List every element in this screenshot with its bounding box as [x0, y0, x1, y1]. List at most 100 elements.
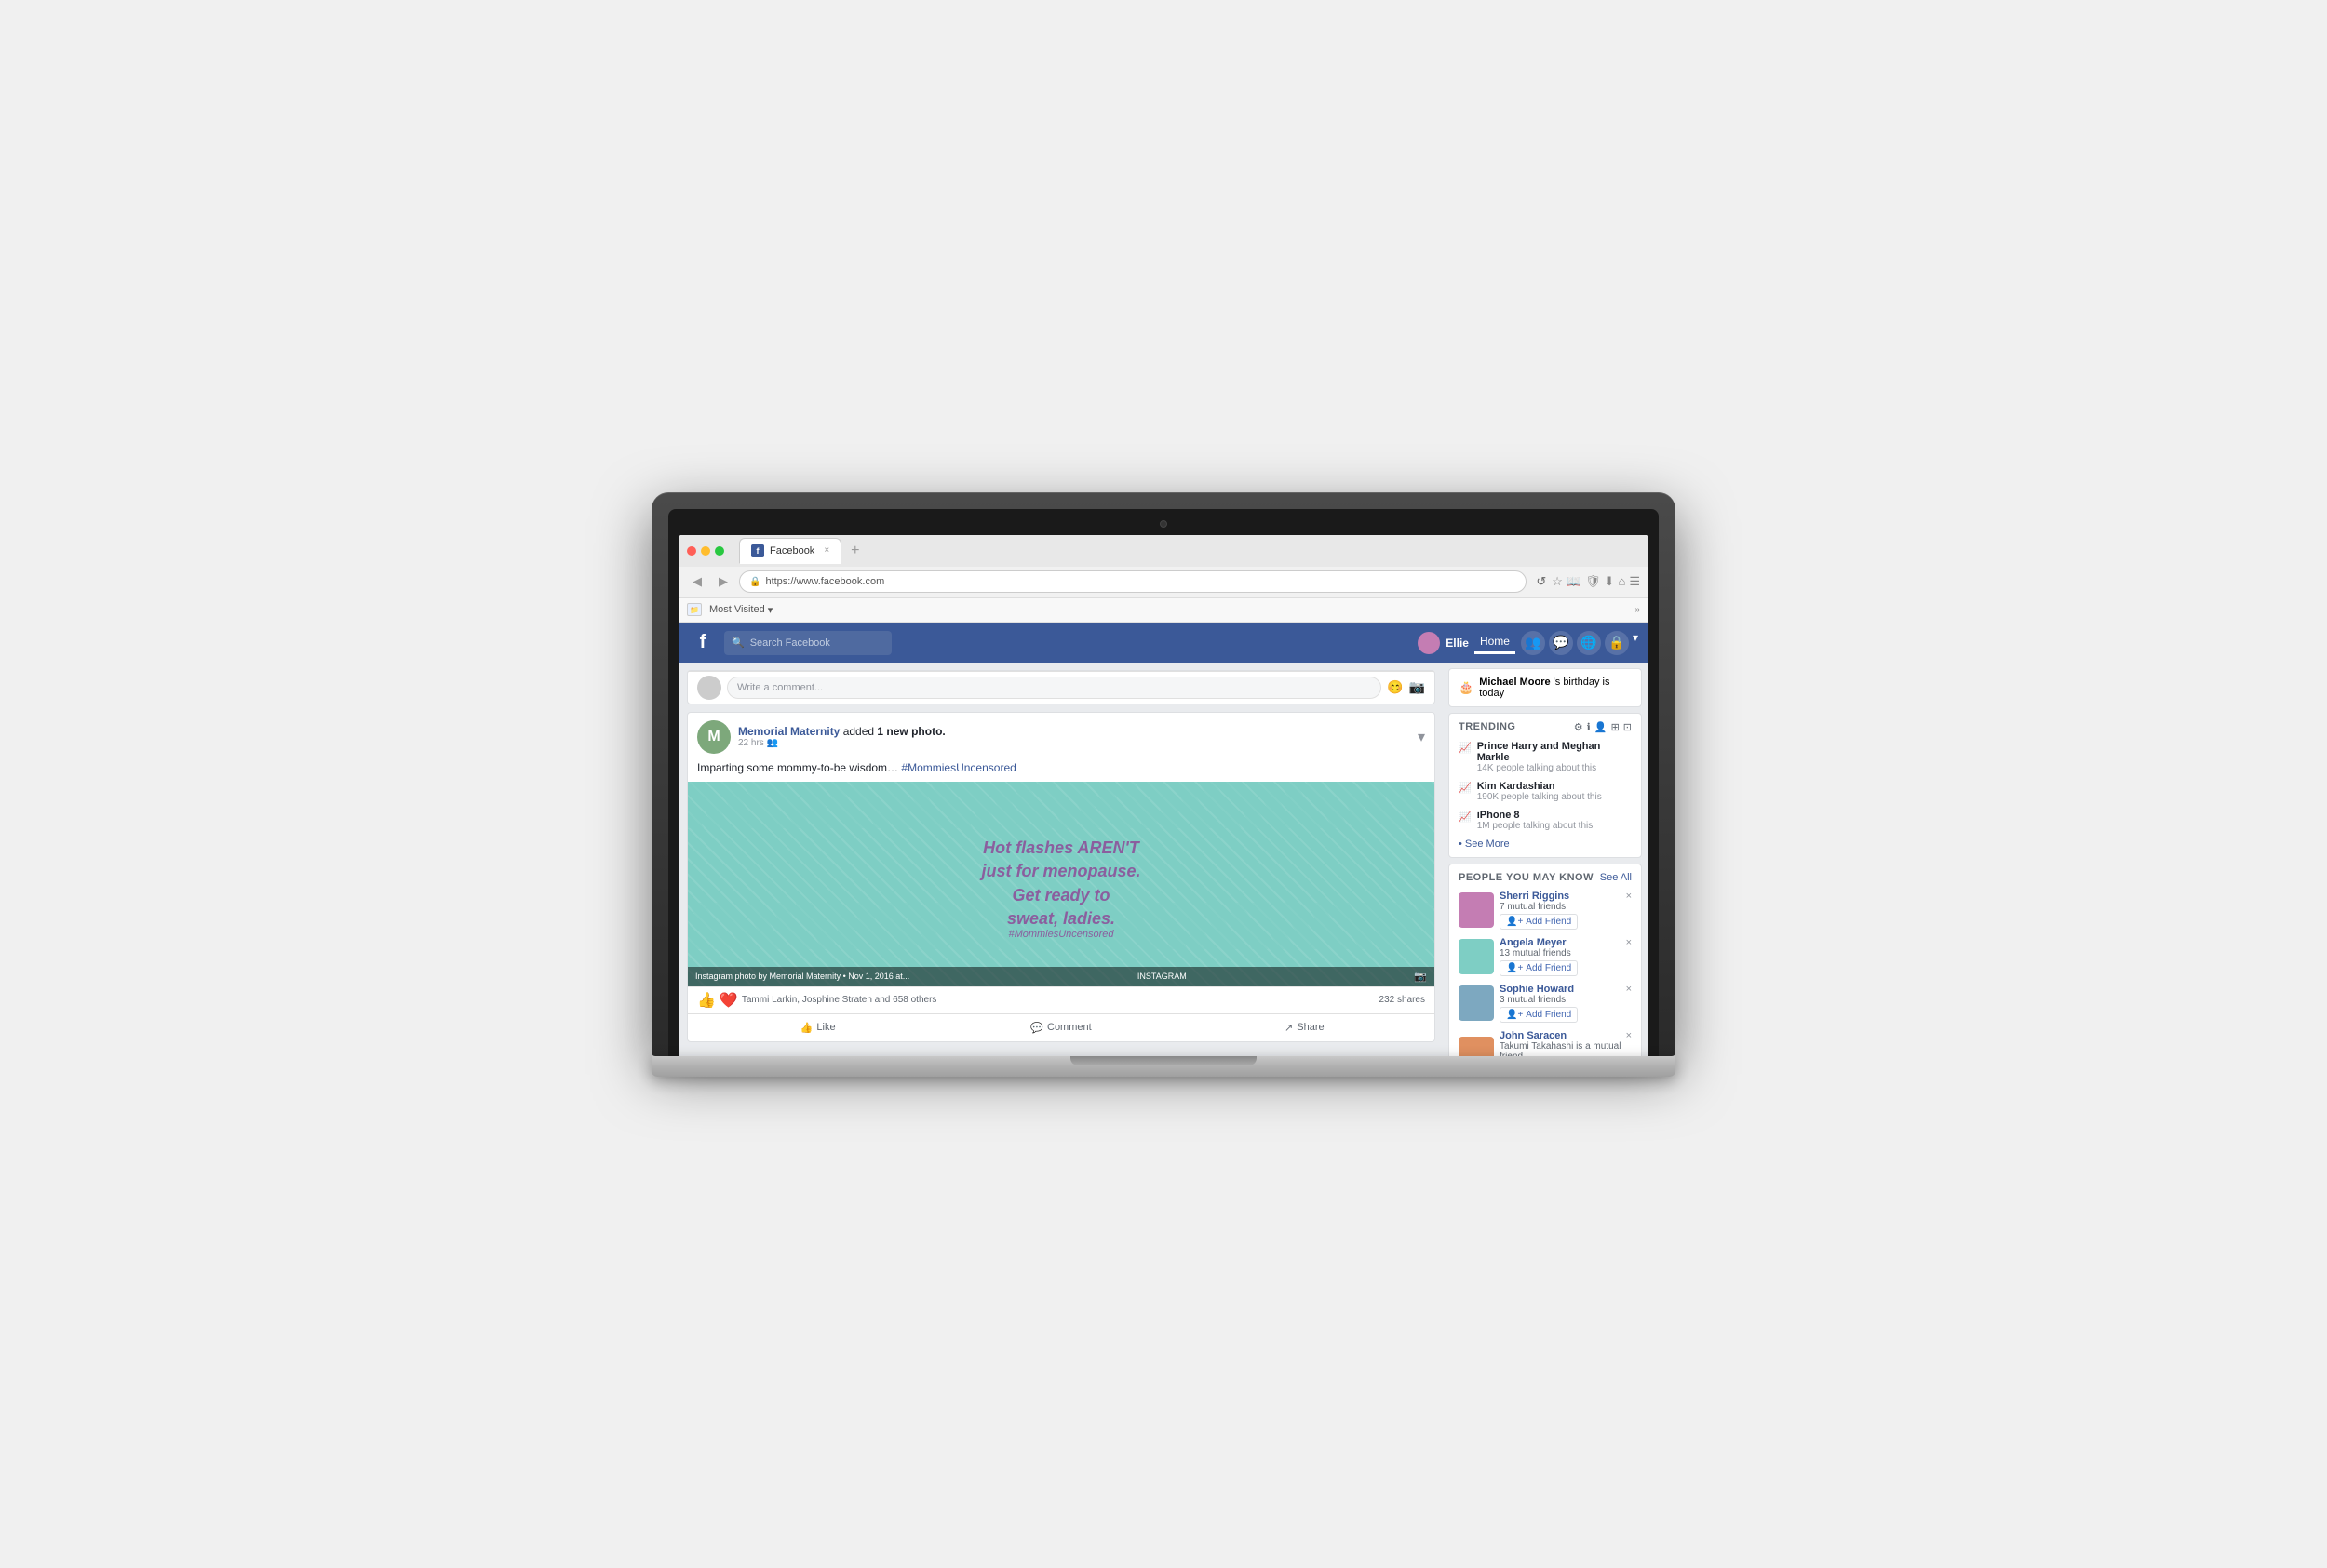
shield-icon[interactable]: 🛡 [1585, 574, 1601, 589]
trending-header: TRENDING ⚙ ℹ 👤 ⊞ ⊡ [1459, 721, 1632, 733]
comment-bar-top: Write a comment... 😊 📷 [688, 671, 1434, 704]
tab-favicon: f [751, 544, 764, 557]
account-dropdown-arrow[interactable]: ▾ [1633, 631, 1638, 655]
add-friend-button-1[interactable]: 👤+ Add Friend [1500, 960, 1578, 976]
trending-name-2[interactable]: iPhone 8 [1477, 810, 1632, 821]
main-post-card: M Memorial Maternity added 1 new photo. [687, 712, 1435, 1042]
toolbar-icons: ☆ 📖 🛡 ⬇ ⌂ ☰ [1552, 574, 1640, 589]
person-item-2: Sophie Howard 3 mutual friends 👤+ Add Fr… [1459, 984, 1632, 1023]
person-name-3[interactable]: John Saracen [1500, 1030, 1632, 1041]
person-info-2: Sophie Howard 3 mutual friends 👤+ Add Fr… [1500, 984, 1632, 1023]
forward-button[interactable]: ▶ [713, 571, 733, 592]
person-name-2[interactable]: Sophie Howard [1500, 984, 1632, 995]
person-info-0: Sherri Riggins 7 mutual friends 👤+ Add F… [1500, 891, 1632, 930]
trending-section: TRENDING ⚙ ℹ 👤 ⊞ ⊡ [1448, 713, 1642, 858]
write-comment-placeholder: Write a comment... [737, 682, 823, 693]
dismiss-person-0[interactable]: × [1626, 891, 1632, 902]
trending-settings-icon[interactable]: ⚙ [1574, 721, 1583, 733]
active-tab[interactable]: f Facebook × [739, 538, 841, 564]
new-tab-button[interactable]: + [843, 538, 867, 564]
trending-item-2: 📈 iPhone 8 1M people talking about this [1459, 810, 1632, 831]
post-meta: Memorial Maternity added 1 new photo. 22… [738, 725, 1410, 748]
minimize-window-button[interactable] [701, 546, 710, 556]
person-mutual-3: Takumi Takahashi is a mutual friend. [1500, 1041, 1632, 1056]
post-time: 22 hrs 👥 [738, 738, 1410, 748]
trending-expand-icon[interactable]: ⊡ [1623, 721, 1632, 733]
comment-avatar [697, 676, 721, 700]
facebook-logo: f [689, 629, 717, 657]
trending-grid-icon[interactable]: ⊞ [1611, 721, 1620, 733]
trending-info-icon[interactable]: ℹ [1587, 721, 1591, 733]
reading-list-icon[interactable]: 📖 [1567, 574, 1581, 589]
facebook-search-placeholder: Search Facebook [750, 637, 830, 649]
notifications-nav-icon[interactable]: 🌐 [1577, 631, 1601, 655]
menu-icon[interactable]: ☰ [1629, 574, 1640, 589]
person-avatar-1 [1459, 939, 1494, 974]
person-avatar-2 [1459, 985, 1494, 1021]
facebook-navbar: f 🔍 Search Facebook Ellie Home � [679, 623, 1648, 663]
dismiss-person-3[interactable]: × [1626, 1030, 1632, 1041]
comment-photo-icon: 📷 [1409, 679, 1425, 695]
person-name-0[interactable]: Sherri Riggins [1500, 891, 1632, 902]
trending-arrow-2: 📈 [1459, 811, 1472, 823]
bookmark-icon[interactable]: ☆ [1552, 574, 1563, 589]
person-name-1[interactable]: Angela Meyer [1500, 937, 1632, 948]
like-button[interactable]: 👍 Like [697, 1018, 938, 1038]
trending-people-icon[interactable]: 👤 [1594, 721, 1607, 733]
address-bar[interactable]: 🔒 https://www.facebook.com [739, 570, 1527, 593]
trending-name-1[interactable]: Kim Kardashian [1477, 781, 1632, 792]
person-item-1: Angela Meyer 13 mutual friends 👤+ Add Fr… [1459, 937, 1632, 976]
post-options-button[interactable]: ▾ [1418, 728, 1425, 746]
comment-input[interactable]: Write a comment... [727, 677, 1381, 699]
facebook-main: Write a comment... 😊 📷 M [679, 663, 1648, 1056]
browser-toolbar: ◀ ▶ 🔒 https://www.facebook.com ↺ ☆ 📖 🛡 ⬇ [679, 567, 1648, 598]
person-item-0: Sherri Riggins 7 mutual friends 👤+ Add F… [1459, 891, 1632, 930]
trending-content-1: Kim Kardashian 190K people talking about… [1477, 781, 1632, 802]
trending-sub-0: 14K people talking about this [1477, 763, 1632, 773]
post-hashtag-link[interactable]: #MommiesUncensored [901, 761, 1016, 774]
close-window-button[interactable] [687, 546, 696, 556]
trending-item-0: 📈 Prince Harry and Meghan Markle 14K peo… [1459, 741, 1632, 773]
add-friend-button-2[interactable]: 👤+ Add Friend [1500, 1007, 1578, 1023]
messages-nav-icon[interactable]: 💬 [1549, 631, 1573, 655]
person-mutual-1: 13 mutual friends [1500, 948, 1632, 958]
laptop-body: f Facebook × + ◀ ▶ 🔒 [652, 492, 1675, 1056]
facebook-search-bar[interactable]: 🔍 Search Facebook [724, 631, 892, 655]
trending-sub-1: 190K people talking about this [1477, 792, 1632, 802]
bookmarks-bar: 📁 Most Visited ▾ » [679, 598, 1648, 623]
tab-close-button[interactable]: × [824, 545, 829, 556]
dismiss-person-2[interactable]: × [1626, 984, 1632, 995]
refresh-button[interactable]: ↺ [1536, 574, 1546, 589]
person-info-3: John Saracen Takumi Takahashi is a mutua… [1500, 1030, 1632, 1056]
bookmark-folder-icon: 📁 [687, 603, 702, 616]
home-icon[interactable]: ⌂ [1618, 574, 1625, 589]
most-visited-bookmark[interactable]: Most Visited ▾ [709, 604, 773, 616]
people-header: PEOPLE YOU MAY KNOW See All [1459, 872, 1632, 883]
share-icon: ↗ [1285, 1022, 1293, 1034]
post-actions: 👍 Like 💬 Comment ↗ Sha [688, 1013, 1434, 1041]
comment-button[interactable]: 💬 Comment [940, 1018, 1181, 1038]
add-friend-button-0[interactable]: 👤+ Add Friend [1500, 914, 1578, 930]
comment-action-icon: 😊 [1387, 679, 1403, 695]
trending-see-more[interactable]: • See More [1459, 838, 1632, 850]
friends-nav-icon[interactable]: 👥 [1521, 631, 1545, 655]
post-author-name[interactable]: Memorial Maternity added 1 new photo. [738, 725, 1410, 738]
sidebar-column: 🎂 Michael Moore 's birthday is today TRE… [1443, 663, 1648, 1056]
home-nav-link[interactable]: Home [1474, 631, 1515, 654]
download-icon[interactable]: ⬇ [1605, 574, 1615, 589]
account-nav-icon[interactable]: 🔒 [1605, 631, 1629, 655]
person-avatar-3 [1459, 1037, 1494, 1056]
back-button[interactable]: ◀ [687, 571, 707, 592]
post-privacy-icon: 👥 [767, 738, 778, 748]
more-bookmarks-icon[interactable]: » [1634, 605, 1640, 615]
people-see-all-link[interactable]: See All [1600, 872, 1632, 883]
share-button[interactable]: ↗ Share [1184, 1018, 1425, 1038]
dismiss-person-1[interactable]: × [1626, 937, 1632, 948]
reaction-emoji-like: 👍 [697, 991, 716, 1010]
maximize-window-button[interactable] [715, 546, 724, 556]
trending-name-0[interactable]: Prince Harry and Meghan Markle [1477, 741, 1632, 763]
laptop-container: f Facebook × + ◀ ▶ 🔒 [652, 492, 1675, 1077]
user-avatar[interactable] [1418, 632, 1440, 654]
people-title: PEOPLE YOU MAY KNOW [1459, 872, 1594, 883]
trending-arrow-1: 📈 [1459, 782, 1472, 794]
